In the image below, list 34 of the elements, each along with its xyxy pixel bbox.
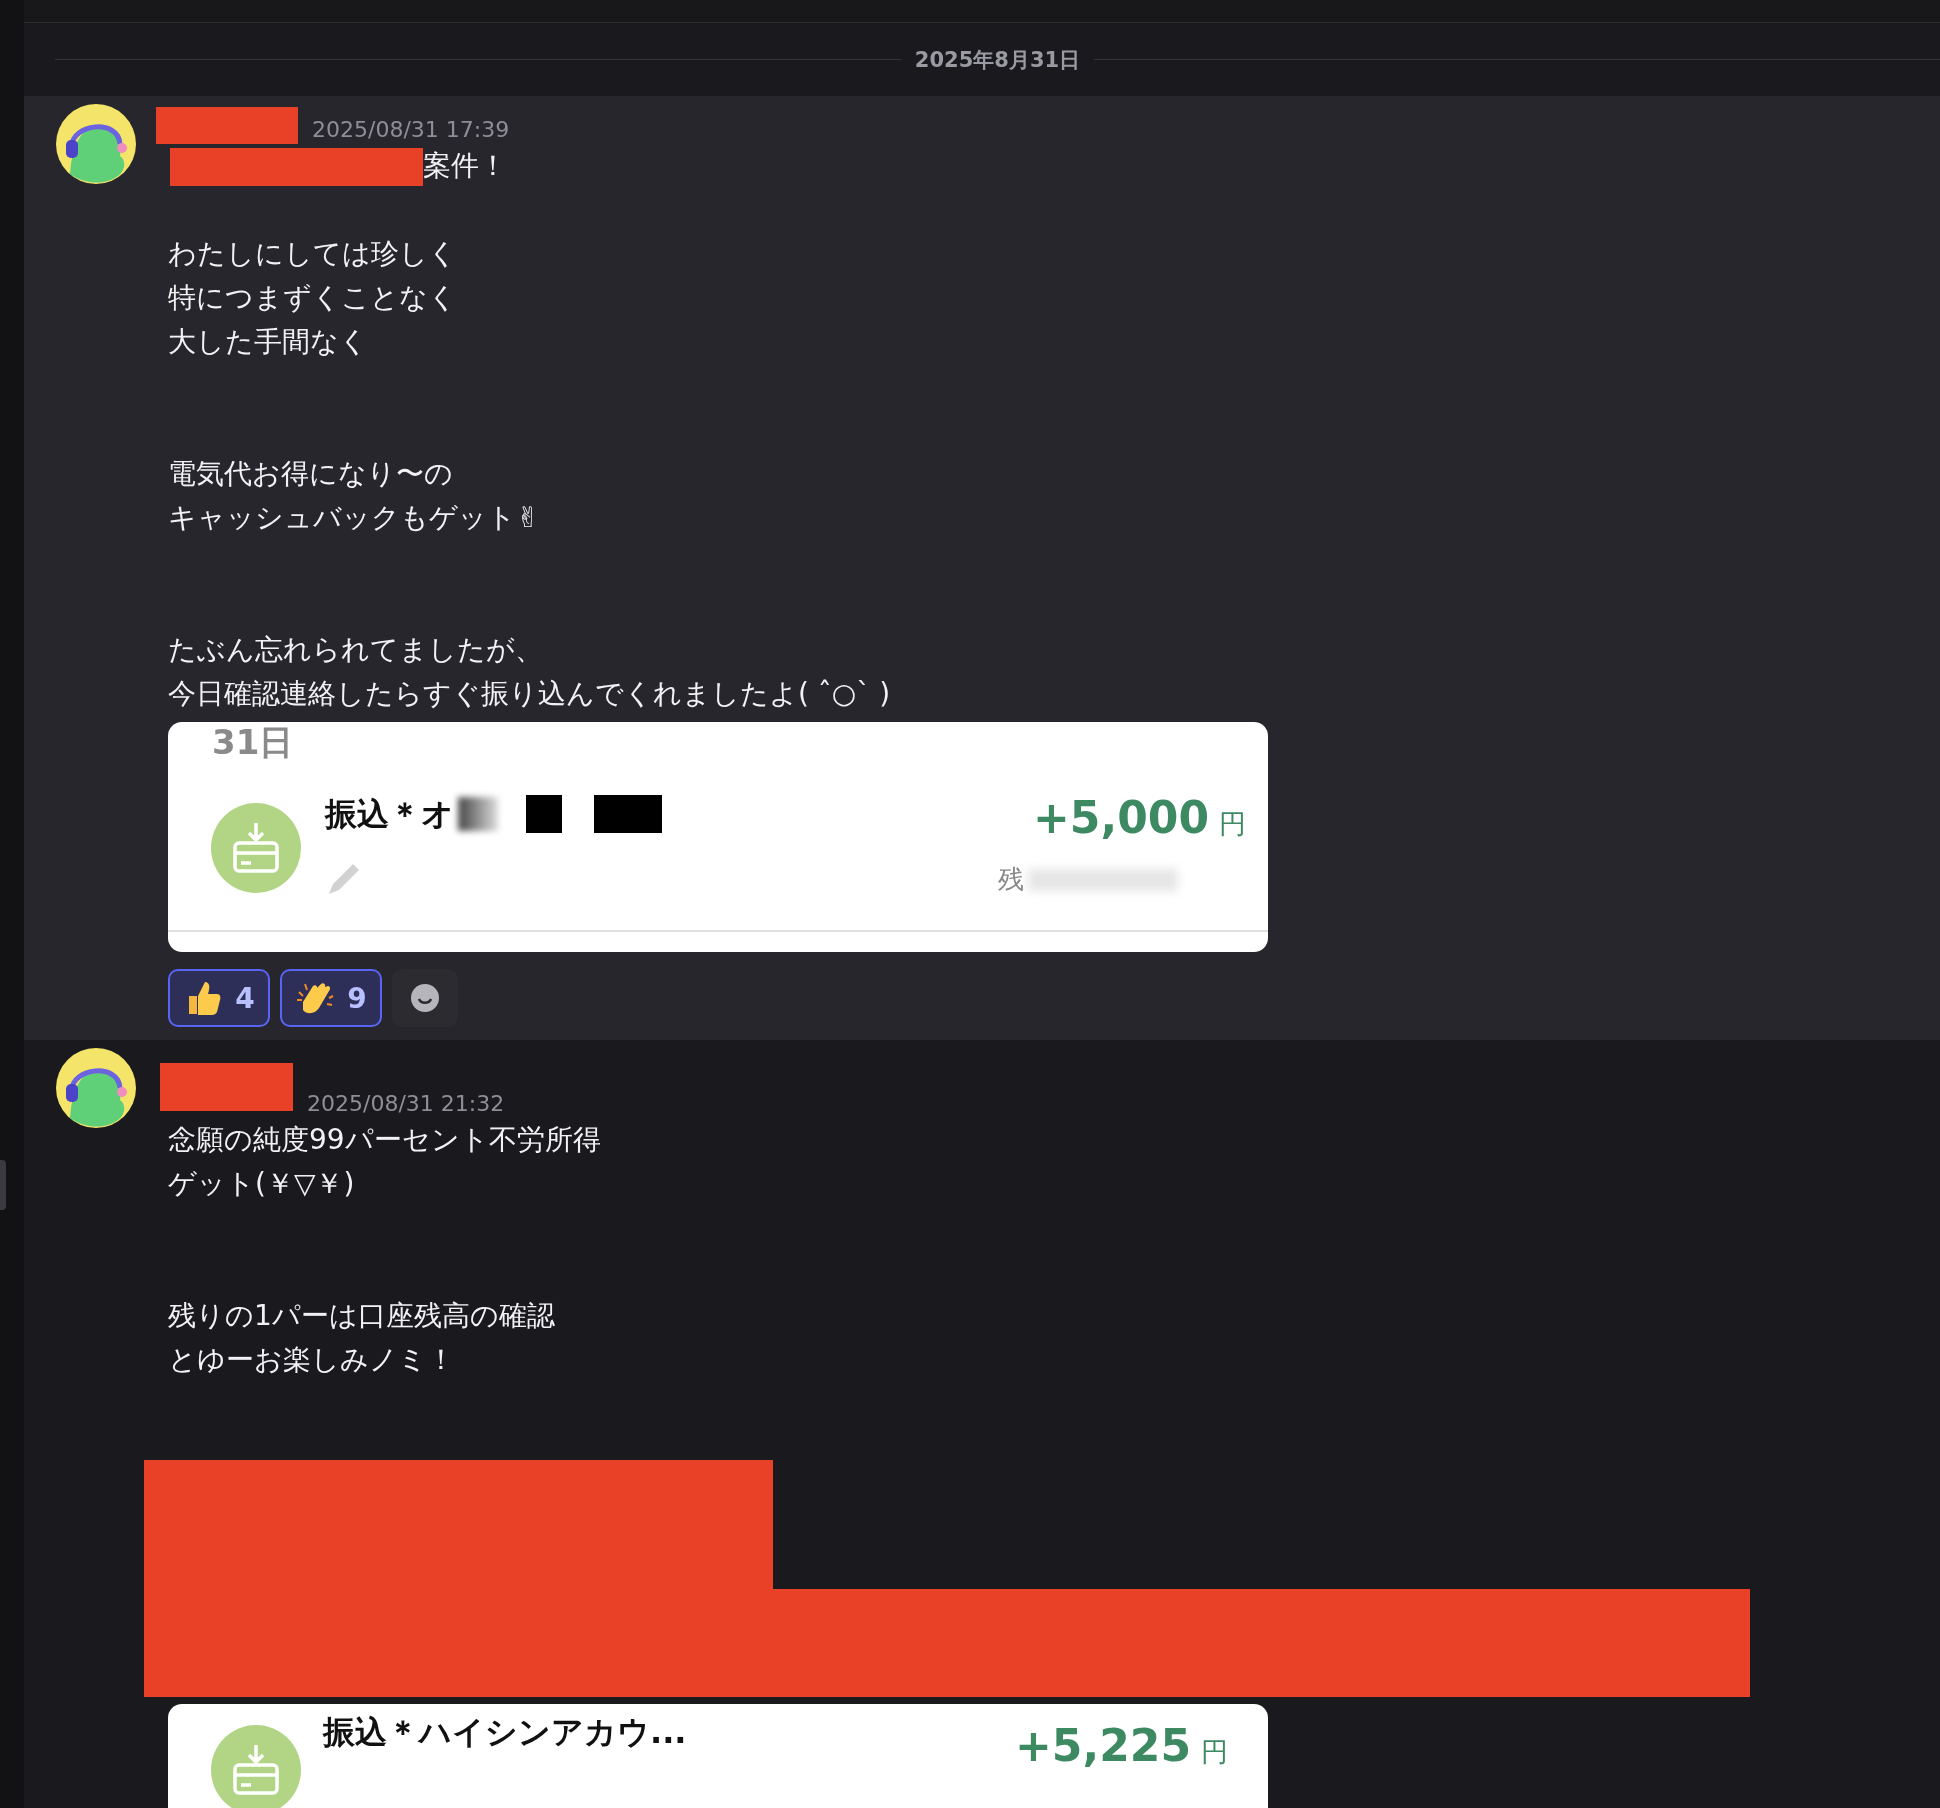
message-timestamp: 2025/08/31 17:39 <box>312 116 510 144</box>
transaction-amount: +5,000 <box>1032 792 1209 843</box>
avatar-image[interactable] <box>56 1048 136 1128</box>
add-reaction-button[interactable] <box>392 969 458 1027</box>
message-text: たぶん忘れられてましたが、 <box>168 633 543 666</box>
balance-label: 残 <box>998 863 1024 896</box>
message-text: ゲット(￥▽￥) <box>168 1167 355 1200</box>
currency-label: 円 <box>1219 807 1246 841</box>
redaction-block <box>526 795 562 833</box>
transaction-title: 振込＊ハイシンアカウ... <box>323 1712 687 1752</box>
message-text: キャッシュバックもゲット✌ <box>168 501 540 534</box>
message-text: とゆーお楽しみノミ！ <box>168 1343 455 1376</box>
message-text: 大した手間なく <box>168 325 368 358</box>
sidebar-indicator <box>0 1160 6 1210</box>
message-text: 案件！ <box>423 149 507 182</box>
deposit-card-icon <box>211 803 301 893</box>
smiley-icon <box>410 983 440 1013</box>
reaction-button[interactable]: 9 <box>280 969 382 1027</box>
avatar-image[interactable] <box>56 104 136 184</box>
transaction-date: 31日 <box>212 722 294 762</box>
reaction-button[interactable]: 4 <box>168 969 270 1027</box>
message-text: 電気代お得になり〜の <box>168 457 453 490</box>
transaction-title: 振込＊オ <box>325 794 454 834</box>
blurred-text <box>458 797 498 831</box>
transaction-amount: +5,225 <box>1014 1720 1191 1771</box>
message-text: わたしにしては珍しく <box>168 237 457 270</box>
message-text: 特につまずくことなく <box>168 281 457 314</box>
redaction-block <box>594 795 662 833</box>
message-text: 残りの1パーは口座残高の確認 <box>168 1299 555 1332</box>
date-divider: 2025年8月31日 <box>914 46 1081 74</box>
message-timestamp: 2025/08/31 21:32 <box>307 1090 505 1118</box>
message-text: 今日確認連絡したらすぐ振り込んでくれましたよ( ˆ○ˋ ) <box>168 677 891 710</box>
message-text: 念願の純度99パーセント不労所得 <box>168 1123 601 1156</box>
currency-label: 円 <box>1201 1735 1228 1769</box>
